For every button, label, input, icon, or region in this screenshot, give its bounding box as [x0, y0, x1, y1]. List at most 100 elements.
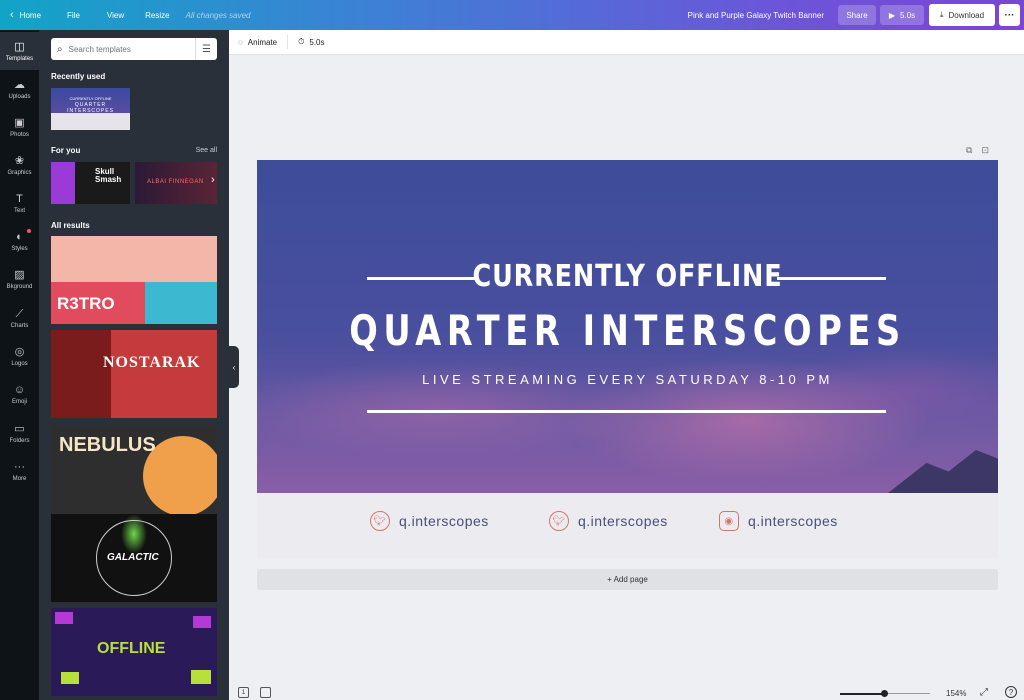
skull-graphic [51, 162, 75, 204]
file-menu[interactable]: File [67, 11, 80, 20]
play-icon: ▶ [888, 10, 896, 20]
home-button[interactable]: ‹ Home [10, 9, 41, 21]
play-button[interactable]: ▶ 5.0s [880, 5, 924, 25]
rail-label: Folders [9, 437, 30, 444]
thumb-text: NOSTARAK [103, 354, 201, 371]
template-thumb[interactable]: R3TRO [51, 236, 217, 324]
rail-templates[interactable]: ◫ Templates [0, 32, 39, 70]
chevron-right-icon[interactable]: › [211, 174, 215, 186]
rail-emoji[interactable]: ☺ Emoji [0, 375, 39, 413]
zoom-level[interactable]: 154% [946, 689, 966, 698]
search-input[interactable] [68, 44, 189, 54]
animate-label: Animate [247, 37, 278, 47]
zoom-slider-handle[interactable] [881, 690, 888, 697]
template-thumb[interactable]: OFFLINE [51, 608, 217, 696]
rail-label: Charts [10, 322, 29, 329]
rail-folders[interactable]: ▭ Folders [0, 414, 39, 452]
social-handle[interactable]: 🐦︎ q.interscopes [549, 511, 668, 531]
duration-label: 5.0s [309, 37, 325, 47]
rail-label: Uploads [8, 93, 31, 100]
pixel-block [193, 616, 211, 628]
save-status: All changes saved [185, 10, 251, 20]
handle-text: q.interscopes [399, 513, 489, 529]
more-icon: ··· [14, 460, 25, 473]
rail-label: Photos [10, 131, 29, 138]
rail-text[interactable]: T Text [0, 184, 39, 222]
view-menu[interactable]: View [107, 11, 124, 20]
animate-icon: ◌ [238, 37, 243, 47]
download-button[interactable]: ⤓ Download [929, 4, 995, 26]
design-title[interactable]: Pink and Purple Galaxy Twitch Banner [688, 11, 824, 20]
rail-uploads[interactable]: ☁ Uploads [0, 70, 39, 108]
template-thumb[interactable]: ALBAI FINNEGAN [135, 162, 217, 204]
rail-styles[interactable]: ◐ Styles [0, 222, 39, 260]
resize-menu[interactable]: Resize [145, 11, 169, 20]
design-canvas[interactable]: CURRENTLY OFFLINE QUARTER INTERSCOPES LI… [257, 160, 998, 558]
thumb-panel [145, 282, 217, 324]
emoji-icon: ☺ [13, 383, 26, 396]
top-bar: ‹ Home File View Resize All changes save… [0, 0, 1024, 30]
rail-more[interactable]: ··· More [0, 452, 39, 490]
template-thumb[interactable]: NEBULUS [51, 426, 217, 514]
page-indicator[interactable]: 1 [238, 687, 249, 698]
schedule-text[interactable]: LIVE STREAMING EVERY SATURDAY 8-10 PM [257, 372, 998, 387]
bottom-bar: 1 154% ⤢ ? [229, 686, 1024, 700]
channel-name[interactable]: QUARTER INTERSCOPES [331, 306, 924, 355]
add-page-button[interactable]: + Add page [257, 569, 998, 590]
timer-icon: ⏱ [298, 37, 305, 46]
share-button[interactable]: Share [838, 5, 876, 25]
recent-template-thumb[interactable]: CURRENTLY OFFLINE QUARTER INTERSCOPES [51, 88, 130, 130]
rail-logos[interactable]: ◎ Logos [0, 337, 39, 375]
duration-button[interactable]: ⏱ 5.0s [298, 37, 324, 47]
chevron-left-icon: ‹ [232, 362, 236, 372]
template-thumb[interactable]: GALACTIC [51, 514, 217, 602]
divider-line [367, 410, 886, 413]
dragon-graphic [51, 330, 111, 418]
filter-icon[interactable]: ☰ [195, 38, 217, 60]
collapse-panel-button[interactable]: ‹ [229, 346, 239, 388]
upload-icon: ☁ [14, 78, 25, 91]
thumb-text: Skull Smash [95, 167, 122, 184]
search-icon: ⌕ [57, 43, 63, 55]
all-results-heading: All results [51, 221, 90, 230]
more-options-button[interactable]: ··· [999, 4, 1020, 26]
styles-icon: ◐ [16, 230, 23, 243]
thumb-text: OFFLINE [97, 640, 166, 657]
social-handle[interactable]: 🐦︎ q.interscopes [370, 511, 489, 531]
folders-icon: ▭ [14, 422, 25, 435]
thumb-text: CURRENTLY OFFLINE [69, 96, 112, 101]
templates-panel: ⌕ ☰ Recently used CURRENTLY OFFLINE QUAR… [39, 30, 229, 700]
thumb-text: NEBULUS [59, 434, 156, 456]
pixel-block [55, 612, 73, 624]
template-search[interactable]: ⌕ ☰ [51, 38, 217, 60]
notes-icon[interactable] [260, 687, 271, 698]
thumb-text: ALBAI FINNEGAN [147, 179, 204, 185]
rail-charts[interactable]: ⟋ Charts [0, 299, 39, 337]
download-label: Download [948, 10, 985, 20]
rail-background[interactable]: ▨ Bkground [0, 260, 39, 298]
twitter-icon: 🐦︎ [549, 511, 569, 531]
template-thumb[interactable]: NOSTARAK [51, 330, 217, 418]
zoom-slider-fill [840, 693, 884, 695]
page-tools: ⧉ ⊡ [966, 145, 989, 156]
rail-graphics[interactable]: ❀ Graphics [0, 146, 39, 184]
duplicate-page-icon[interactable]: ⧉ [966, 145, 972, 156]
pixel-block [191, 670, 211, 684]
twitter-icon: 🐦︎ [370, 511, 390, 531]
background-icon: ▨ [14, 268, 25, 281]
status-heading[interactable]: CURRENTLY OFFLINE [313, 259, 943, 294]
ellipsis-icon: ··· [1004, 9, 1015, 21]
help-icon[interactable]: ? [1005, 686, 1017, 698]
template-thumb[interactable]: Skull Smash [51, 162, 130, 204]
rail-label: Styles [11, 245, 28, 252]
see-all-link[interactable]: See all [196, 147, 217, 154]
download-icon: ⤓ [939, 10, 944, 19]
side-rail: ◫ Templates ☁ Uploads ▣ Photos ❀ Graphic… [0, 30, 39, 700]
social-handle[interactable]: ◉ q.interscopes [719, 511, 838, 531]
handle-text: q.interscopes [748, 513, 838, 529]
rail-photos[interactable]: ▣ Photos [0, 108, 39, 146]
thumb-text: QUARTER INTERSCOPES [67, 102, 114, 114]
fullscreen-icon[interactable]: ⤢ [980, 687, 988, 698]
add-page-icon[interactable]: ⊡ [981, 145, 989, 156]
animate-button[interactable]: ◌ Animate [238, 38, 277, 47]
